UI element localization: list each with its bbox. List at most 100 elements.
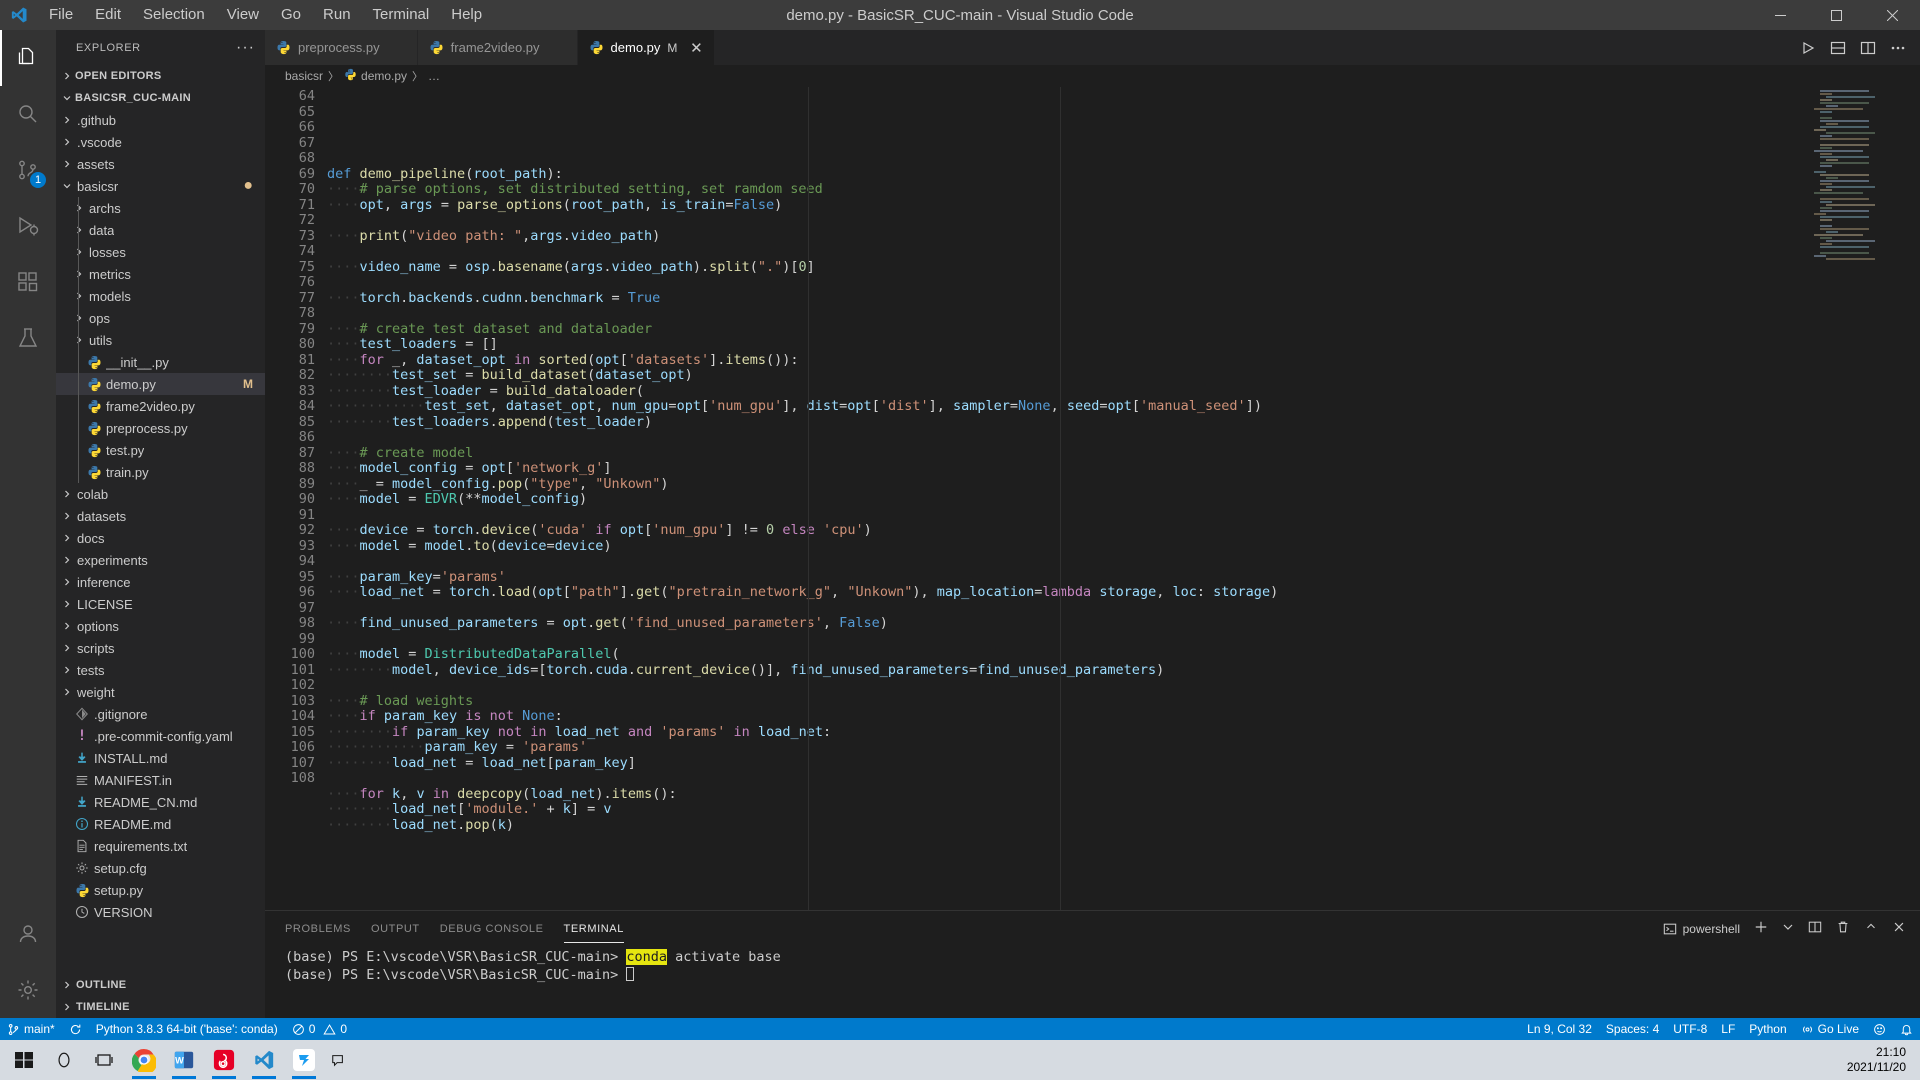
tree-item-metrics[interactable]: metrics (56, 263, 265, 285)
status-eol[interactable]: LF (1714, 1018, 1742, 1040)
menu-edit[interactable]: Edit (84, 1, 132, 29)
code-line[interactable]: ········if param_key not in load_net and… (327, 724, 1920, 741)
tree-item-version[interactable]: VERSION (56, 901, 265, 923)
vscode-icon[interactable] (244, 1040, 284, 1080)
minimize-button[interactable] (1752, 0, 1808, 30)
editor-tab-preprocess-py[interactable]: preprocess.py✕ (265, 30, 418, 65)
tree-item-inference[interactable]: inference (56, 571, 265, 593)
code-line[interactable]: ····for k, v in deepcopy(load_net).items… (327, 786, 1920, 803)
chevron-right-icon[interactable] (60, 153, 73, 175)
tree-item-setup-cfg[interactable]: setup.cfg (56, 857, 265, 879)
editor-tab-demo-py[interactable]: demo.py M ✕ (577, 30, 716, 65)
tree-item-options[interactable]: options (56, 615, 265, 637)
activity-source-control[interactable]: 1 (0, 142, 56, 198)
chevron-right-icon[interactable] (60, 483, 73, 505)
file-tree[interactable]: .github .vscode assets basicsr ● archs data los… (56, 109, 265, 974)
code-line[interactable] (327, 151, 1920, 167)
code-line[interactable]: ········test_set = build_dataset(dataset… (327, 367, 1920, 384)
status-problems[interactable]: 0 0 (285, 1018, 354, 1040)
panel-actions[interactable]: powershell (1663, 920, 1920, 937)
status-indentation[interactable]: Spaces: 4 (1599, 1018, 1666, 1040)
tree-item-data[interactable]: data (56, 219, 265, 241)
status-sync[interactable] (62, 1018, 89, 1040)
status-notifications[interactable] (1893, 1018, 1920, 1040)
status-cursor-position[interactable]: Ln 9, Col 32 (1520, 1018, 1599, 1040)
panel-tab-problems[interactable]: PROBLEMS (285, 915, 351, 943)
split-layout-icon[interactable] (1830, 40, 1846, 56)
panel-tabs[interactable]: PROBLEMS OUTPUT DEBUG CONSOLE TERMINAL powe… (265, 911, 1920, 946)
tree-item-install-md[interactable]: INSTALL.md (56, 747, 265, 769)
code-editor[interactable]: 64 65 66 67 68 69 70 71 72 73 74 75 76 77 78 79 80 81 82 83… (265, 87, 1920, 910)
chevron-right-icon[interactable] (60, 131, 73, 153)
outline-section[interactable]: OUTLINE (56, 974, 265, 996)
tree-item-manifest-in[interactable]: MANIFEST.in (56, 769, 265, 791)
editor-tabs[interactable]: preprocess.py✕frame2video.py✕ demo.py M ✕ (265, 30, 1920, 65)
new-terminal-icon[interactable] (1754, 920, 1768, 937)
activity-explorer[interactable] (0, 30, 56, 86)
menu-terminal[interactable]: Terminal (362, 1, 441, 29)
tree-item-frame2video-py[interactable]: frame2video.py (56, 395, 265, 417)
code-line[interactable]: ············test_set, dataset_opt, num_g… (327, 398, 1920, 415)
editor-tab-actions[interactable] (1786, 30, 1920, 65)
activity-run-debug[interactable] (0, 198, 56, 254)
code-line[interactable]: ····_ = model_config.pop("type", "Unkown… (327, 476, 1920, 493)
code-line[interactable]: ········load_net = load_net[param_key] (327, 755, 1920, 772)
code-line[interactable] (327, 275, 1920, 291)
editor-tab-frame2video-py[interactable]: frame2video.py✕ (417, 30, 578, 65)
panel-tab-output[interactable]: OUTPUT (371, 915, 420, 943)
tree-item-readme-md[interactable]: README.md (56, 813, 265, 835)
app-icon[interactable] (284, 1040, 324, 1080)
tree-item-ops[interactable]: ops (56, 307, 265, 329)
split-editor-icon[interactable] (1860, 40, 1876, 56)
tree-item-models[interactable]: models (56, 285, 265, 307)
chevron-right-icon[interactable] (60, 681, 73, 703)
code-line[interactable] (327, 601, 1920, 617)
tree-item-experiments[interactable]: experiments (56, 549, 265, 571)
tree-item-scripts[interactable]: scripts (56, 637, 265, 659)
tree-item-test-py[interactable]: test.py (56, 439, 265, 461)
close-button[interactable] (1864, 0, 1920, 30)
code-line[interactable] (327, 244, 1920, 260)
menu-file[interactable]: File (38, 1, 84, 29)
code-line[interactable]: ····video_name = osp.basename(args.video… (327, 259, 1920, 276)
code-line[interactable]: ········load_net.pop(k) (327, 817, 1920, 834)
timeline-section[interactable]: TIMELINE (56, 996, 265, 1018)
chevron-right-icon[interactable] (60, 593, 73, 615)
status-language-mode[interactable]: Python (1742, 1018, 1793, 1040)
more-actions-icon[interactable]: ··· (236, 39, 255, 57)
code-line[interactable] (327, 430, 1920, 446)
breadcrumb[interactable]: basicsr 〉 demo.py 〉 … (265, 65, 1920, 87)
code-line[interactable] (327, 508, 1920, 524)
chevron-right-icon[interactable] (60, 109, 73, 131)
code-line[interactable]: ····device = torch.device('cuda' if opt[… (327, 522, 1920, 539)
menu-help[interactable]: Help (440, 1, 493, 29)
activity-extensions[interactable] (0, 254, 56, 310)
tree-item-colab[interactable]: colab (56, 483, 265, 505)
code-line[interactable]: ········load_net['module.' + k] = v (327, 801, 1920, 818)
tree-item-preprocess-py[interactable]: preprocess.py (56, 417, 265, 439)
close-panel-icon[interactable] (1892, 920, 1906, 937)
notification-tray-icon[interactable] (324, 1053, 352, 1067)
tree-item--pre-commit-config-yaml[interactable]: ! .pre-commit-config.yaml (56, 725, 265, 747)
code-line[interactable]: def demo_pipeline(root_path): (327, 166, 1920, 183)
code-line[interactable]: ····# parse options, set distributed set… (327, 181, 1920, 198)
chevron-right-icon[interactable] (60, 505, 73, 527)
minimap[interactable] (1812, 87, 1906, 910)
tree-item--github[interactable]: .github (56, 109, 265, 131)
chevron-right-icon[interactable] (60, 549, 73, 571)
code-line[interactable]: ····model = model.to(device=device) (327, 538, 1920, 555)
tree-item-demo-py[interactable]: demo.py M (56, 373, 265, 395)
code-content[interactable]: def demo_pipeline(root_path): ····# parse… (327, 87, 1920, 910)
maximize-button[interactable] (1808, 0, 1864, 30)
maximize-panel-icon[interactable] (1864, 920, 1878, 937)
split-terminal-icon[interactable] (1808, 920, 1822, 937)
gear-icon[interactable] (0, 962, 56, 1018)
code-line[interactable]: ····opt, args = parse_options(root_path,… (327, 197, 1920, 214)
chevron-right-icon[interactable] (60, 571, 73, 593)
tree-item-license[interactable]: LICENSE (56, 593, 265, 615)
code-line[interactable]: ········test_loaders.append(test_loader) (327, 414, 1920, 431)
tree-item-tests[interactable]: tests (56, 659, 265, 681)
windows-icon[interactable] (4, 1040, 44, 1080)
code-line[interactable]: ····load_net = torch.load(opt["path"].ge… (327, 584, 1920, 601)
chevron-down-icon[interactable] (60, 175, 73, 197)
